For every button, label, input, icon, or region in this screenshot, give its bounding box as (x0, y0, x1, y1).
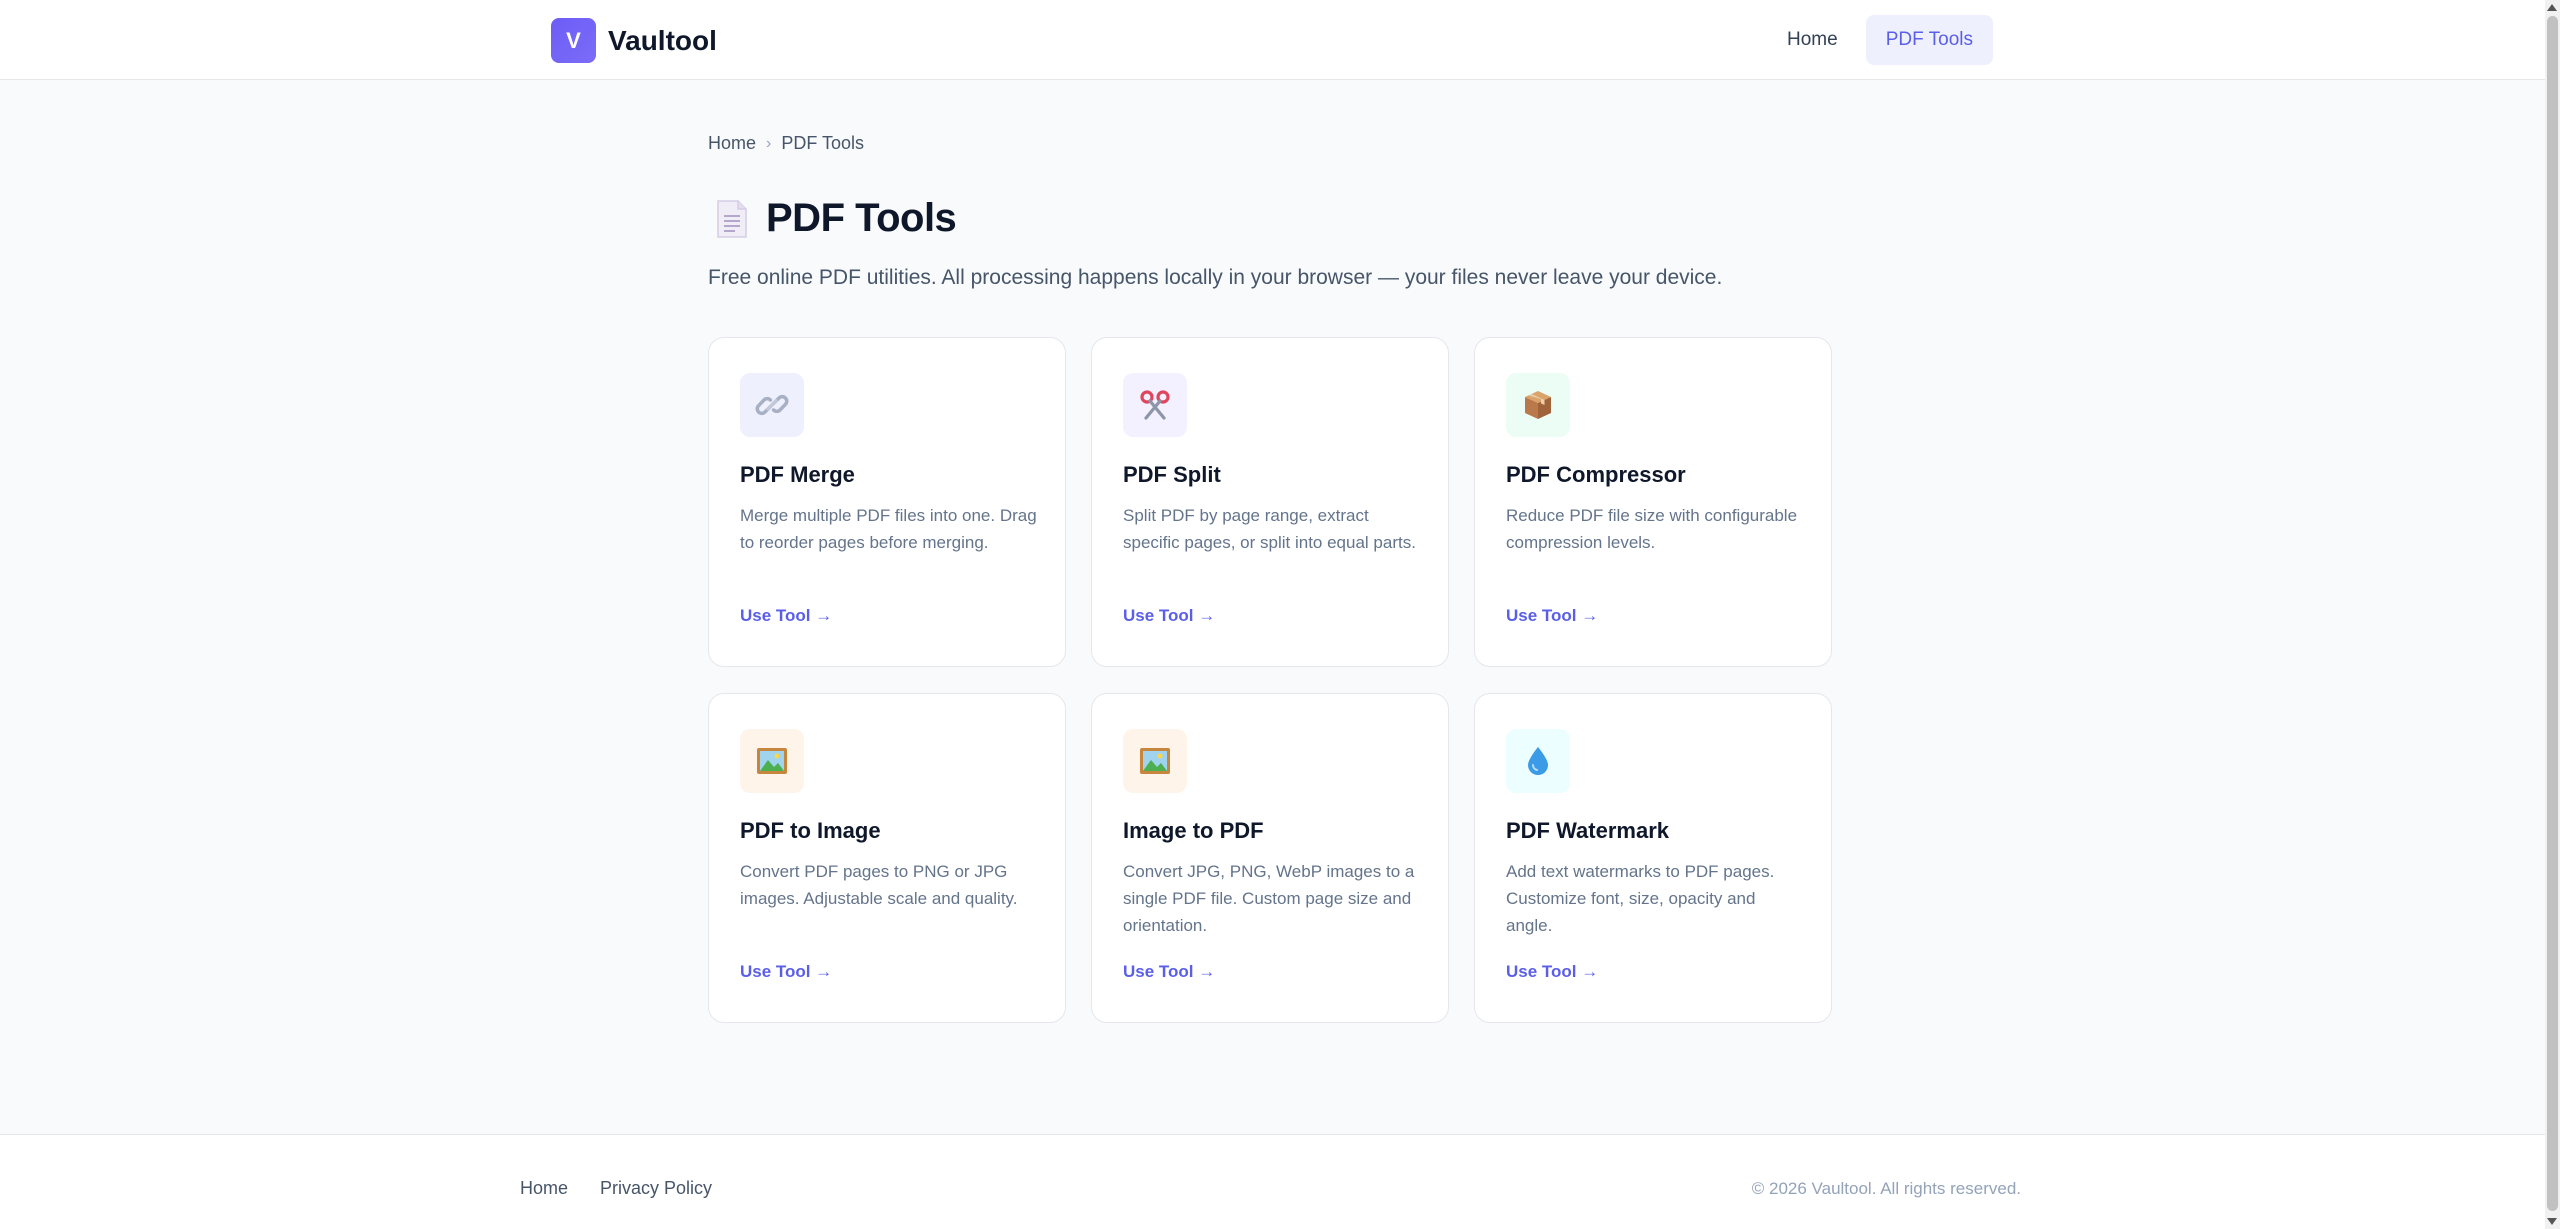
tool-description: Reduce PDF file size with configurable c… (1506, 506, 1798, 552)
package-icon (1525, 391, 1551, 419)
tool-title: PDF Compressor (1506, 462, 1686, 487)
vertical-scrollbar[interactable] (2545, 0, 2560, 1229)
brand-logo[interactable]: V Vaultool (551, 18, 717, 63)
breadcrumb-current: PDF Tools (781, 133, 865, 153)
tool-description: Convert JPG, PNG, WebP images to a singl… (1123, 862, 1415, 935)
tool-title: PDF Watermark (1506, 818, 1670, 843)
scroll-up-arrow-icon[interactable] (2547, 4, 2557, 11)
tool-card-pdf-merge[interactable]: PDF Merge Merge multiple PDF files into … (708, 337, 1066, 667)
framed-picture-icon (1140, 748, 1170, 774)
use-tool-link[interactable]: Use Tool → (740, 962, 832, 982)
tool-card-pdf-to-image[interactable]: PDF to Image Convert PDF pages to PNG or… (708, 693, 1066, 1023)
tool-description: Add text watermarks to PDF pages. Custom… (1506, 862, 1775, 935)
tool-description: Convert PDF pages to PNG or JPG images. … (740, 862, 1018, 908)
main-nav: Home PDF Tools (1767, 15, 1993, 65)
tool-card-pdf-split[interactable]: PDF Split Split PDF by page range, extra… (1091, 337, 1449, 667)
footer-link-home[interactable]: Home (520, 1178, 568, 1199)
breadcrumb: Home › PDF Tools (708, 133, 864, 154)
nav-pdf-tools[interactable]: PDF Tools (1865, 15, 1993, 65)
framed-picture-icon (757, 748, 787, 774)
tool-grid: PDF Merge Merge multiple PDF files into … (708, 337, 1832, 1023)
use-tool-link[interactable]: Use Tool → (1123, 962, 1215, 982)
nav-home[interactable]: Home (1767, 15, 1858, 65)
tool-icon-box (1123, 373, 1187, 437)
tool-title: Image to PDF (1123, 818, 1264, 843)
logo-mark: V (551, 18, 596, 63)
tool-icon-box (740, 373, 804, 437)
footer-links: Home Privacy Policy (520, 1178, 712, 1199)
tool-icon-box (1506, 373, 1570, 437)
footer: Home Privacy Policy © 2026 Vaultool. All… (0, 1134, 2545, 1229)
page: V Vaultool Home PDF Tools Home › PDF Too… (0, 0, 2545, 1229)
tool-card-pdf-watermark[interactable]: PDF Watermark Add text watermarks to PDF… (1474, 693, 1832, 1023)
scroll-thumb[interactable] (2547, 16, 2558, 1211)
brand-name: Vaultool (608, 24, 717, 56)
tool-title: PDF to Image (740, 818, 881, 843)
tool-card-pdf-compressor[interactable]: PDF Compressor Reduce PDF file size with… (1474, 337, 1832, 667)
tool-icon-box (740, 729, 804, 793)
copyright: © 2026 Vaultool. All rights reserved. (1751, 1179, 2021, 1198)
tool-card-image-to-pdf[interactable]: Image to PDF Convert JPG, PNG, WebP imag… (1091, 693, 1449, 1023)
breadcrumb-home[interactable]: Home (708, 133, 756, 154)
use-tool-link[interactable]: Use Tool → (1123, 606, 1215, 626)
tool-description: Merge multiple PDF files into one. Drag … (740, 506, 1037, 552)
tool-icon-box (1506, 729, 1570, 793)
use-tool-link[interactable]: Use Tool → (1506, 606, 1598, 626)
top-header: V Vaultool Home PDF Tools (0, 0, 2545, 80)
tool-icon-box (1123, 729, 1187, 793)
title-row: PDF Tools (708, 196, 957, 241)
scissors-icon (1140, 390, 1170, 420)
page-subtitle: Free online PDF utilities. All processin… (708, 266, 1723, 289)
footer-link-privacy[interactable]: Privacy Policy (600, 1178, 712, 1199)
use-tool-link[interactable]: Use Tool → (1506, 962, 1598, 982)
tool-description: Split PDF by page range, extract specifi… (1123, 506, 1416, 552)
page-title: PDF Tools (766, 196, 957, 240)
droplet-icon (1528, 747, 1548, 775)
tool-title: PDF Merge (740, 462, 855, 487)
page-facing-up-icon (717, 199, 747, 238)
use-tool-link[interactable]: Use Tool → (740, 606, 832, 626)
scroll-down-arrow-icon[interactable] (2547, 1218, 2557, 1225)
tool-title: PDF Split (1123, 462, 1221, 487)
link-icon (755, 394, 789, 416)
breadcrumb-separator: › (766, 134, 772, 152)
